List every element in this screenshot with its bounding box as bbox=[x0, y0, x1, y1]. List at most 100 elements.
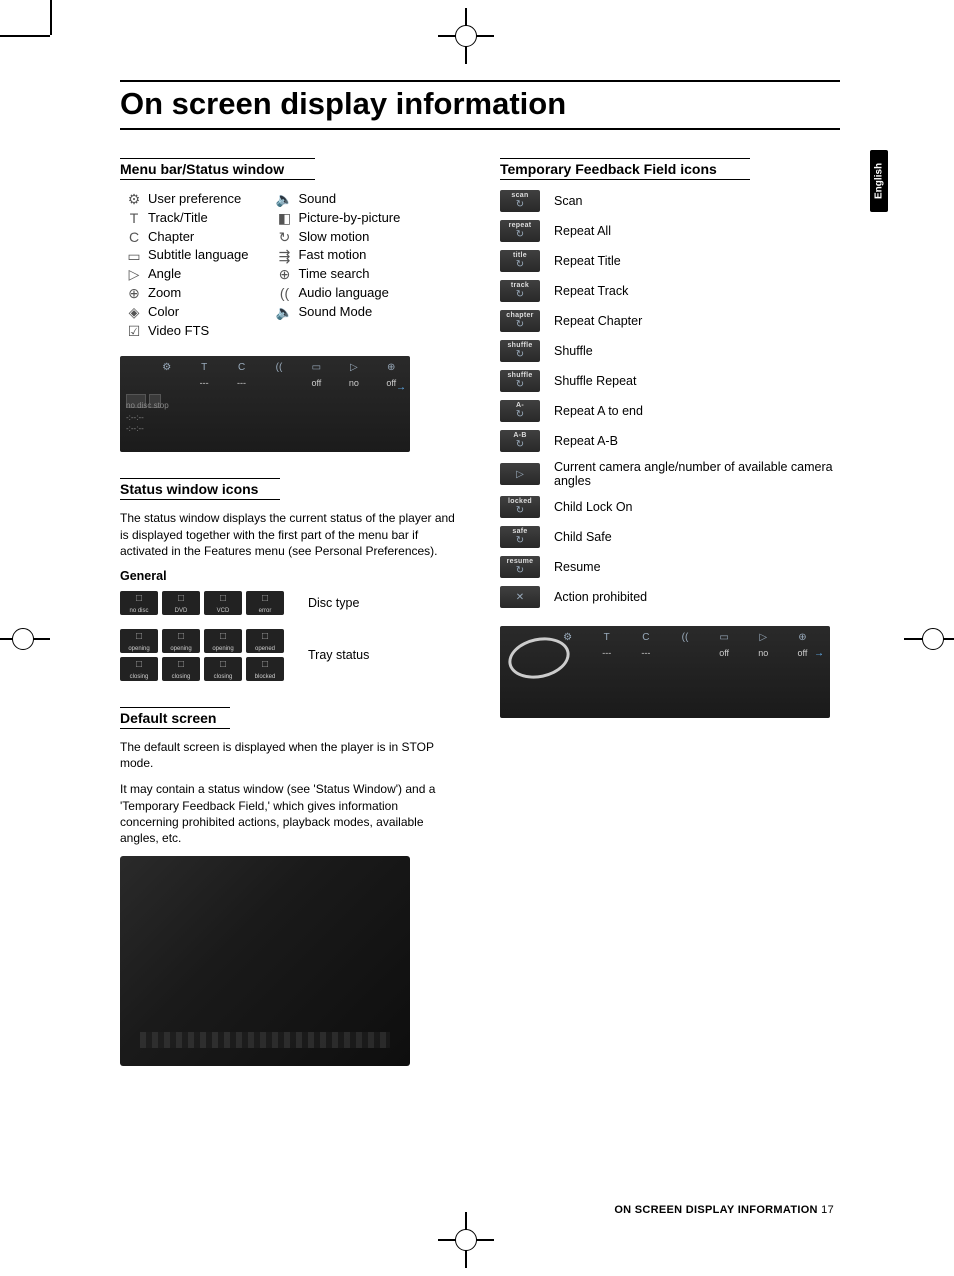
angle-icon: ▷ bbox=[129, 265, 140, 284]
feedback-label: Repeat A-B bbox=[554, 434, 840, 448]
status-paragraph: The status window displays the current s… bbox=[120, 510, 460, 559]
status-tile: closing bbox=[120, 657, 158, 681]
osd-screenshot-1: ⚙TC((▭▷⊕ ------offnooff → no disc stop -… bbox=[120, 356, 410, 452]
feedback-badge: A-↻ bbox=[500, 400, 540, 422]
status-tile: blocked bbox=[246, 657, 284, 681]
feedback-label: Repeat All bbox=[554, 224, 840, 238]
feedback-row: shuffle↻Shuffle bbox=[500, 340, 840, 362]
status-tile: closing bbox=[204, 657, 242, 681]
osd-cell: --- bbox=[185, 378, 222, 392]
feedback-badge: track↻ bbox=[500, 280, 540, 302]
default-p2: It may contain a status window (see 'Sta… bbox=[120, 781, 460, 846]
disc-type-label: Disc type bbox=[308, 596, 359, 610]
feedback-label: Repeat Title bbox=[554, 254, 840, 268]
feedback-label: Child Lock On bbox=[554, 500, 840, 514]
osd-cell bbox=[148, 378, 185, 392]
feedback-badge: ▷ bbox=[500, 463, 540, 485]
feedback-label: Resume bbox=[554, 560, 840, 574]
osd-cell: (( bbox=[260, 362, 297, 376]
page-title: On screen display information bbox=[120, 86, 840, 122]
feedback-label: Child Safe bbox=[554, 530, 840, 544]
osd-cell: ▭ bbox=[705, 632, 744, 643]
feedback-row: A-B↻Repeat A-B bbox=[500, 430, 840, 452]
osd-cell: --- bbox=[223, 378, 260, 392]
footer-label: ON SCREEN DISPLAY INFORMATION bbox=[614, 1204, 817, 1216]
osd-cell bbox=[260, 378, 297, 392]
osd-cell: no bbox=[744, 648, 783, 658]
feedback-badge: title↻ bbox=[500, 250, 540, 272]
feedback-row: scan↻ Scan bbox=[500, 190, 840, 212]
menu-left-label: Chapter bbox=[148, 228, 270, 247]
page-content: On screen display information Menu bar/S… bbox=[120, 80, 840, 1066]
osd-cell: off bbox=[298, 378, 335, 392]
feedback-label: Scan bbox=[554, 194, 840, 208]
osd-cell: ⚙ bbox=[148, 362, 185, 376]
menu-right-icons: 🔈 ◧ ↻ ⇶ ⊕ (( 🔈 bbox=[270, 190, 298, 340]
menu-right-label: Time search bbox=[298, 265, 422, 284]
osd-cell: --- bbox=[626, 648, 665, 658]
feedback-badge: ✕ bbox=[500, 586, 540, 608]
osd-cell: (( bbox=[665, 632, 704, 643]
tray-status-label: Tray status bbox=[308, 648, 369, 662]
menu-left-label: Subtitle language bbox=[148, 246, 270, 265]
osd-side-0: no disc stop bbox=[126, 400, 169, 411]
sound-icon: 🔈 bbox=[276, 190, 293, 209]
status-tile: VCD bbox=[204, 591, 242, 615]
feedback-row: safe↻Child Safe bbox=[500, 526, 840, 548]
feedback-row: chapter↻ Repeat Chapter bbox=[500, 310, 840, 332]
menu-left-label: Track/Title bbox=[148, 209, 270, 228]
menu-right-label: Fast motion bbox=[298, 246, 422, 265]
feedback-row: locked↻ Child Lock On bbox=[500, 496, 840, 518]
osd-cell: ⚙ bbox=[548, 632, 587, 643]
osd-screenshot-2: ⚙TC((▭▷⊕ ------offnooff → bbox=[500, 626, 830, 718]
osd-cell bbox=[548, 648, 587, 658]
osd-cell: ▷ bbox=[744, 632, 783, 643]
feedback-label: Shuffle Repeat bbox=[554, 374, 840, 388]
status-tile: opened bbox=[246, 629, 284, 653]
osd-cell: ▭ bbox=[298, 362, 335, 376]
status-tile: error bbox=[246, 591, 284, 615]
feedback-list: scan↻Scanrepeat↻Repeat Alltitle↻Repeat T… bbox=[500, 190, 840, 608]
osd-cell: no bbox=[335, 378, 372, 392]
feedback-badge: scan↻ bbox=[500, 190, 540, 212]
tv-photo bbox=[120, 856, 410, 1066]
feedback-label: Repeat Track bbox=[554, 284, 840, 298]
feedback-label: Repeat Chapter bbox=[554, 314, 840, 328]
osd-cell: T bbox=[587, 632, 626, 643]
feedback-label: Current camera angle/number of available… bbox=[554, 460, 840, 488]
title-bar: On screen display information bbox=[120, 80, 840, 130]
c-icon: C bbox=[129, 228, 139, 247]
heading-feedback: Temporary Feedback Field icons bbox=[500, 158, 750, 180]
disc-type-row: no discDVDVCDerror Disc type bbox=[120, 591, 460, 615]
status-tile: opening bbox=[204, 629, 242, 653]
status-tile: DVD bbox=[162, 591, 200, 615]
osd-cell: ⊕ bbox=[373, 362, 410, 376]
feedback-badge: shuffle↻ bbox=[500, 340, 540, 362]
tray-status-row: openingopeningopeningopenedclosingclosin… bbox=[120, 629, 460, 681]
menu-right-label: Slow motion bbox=[298, 228, 422, 247]
check-icon: ☑ bbox=[128, 322, 141, 341]
gear-icon: ⚙ bbox=[128, 190, 141, 209]
osd-cell bbox=[665, 648, 704, 658]
osd-cell: T bbox=[185, 362, 222, 376]
status-tile: closing bbox=[162, 657, 200, 681]
feedback-badge: resume↻ bbox=[500, 556, 540, 578]
subtitle-icon: ▭ bbox=[127, 246, 140, 265]
menu-left-label: Angle bbox=[148, 265, 270, 284]
osd-cell: C bbox=[626, 632, 665, 643]
audiolang-icon: (( bbox=[280, 284, 289, 303]
right-column: Temporary Feedback Field icons scan↻ Scan… bbox=[500, 158, 840, 1066]
page-footer: ON SCREEN DISPLAY INFORMATION 17 bbox=[614, 1204, 834, 1216]
osd-cell: ▷ bbox=[335, 362, 372, 376]
arrow-icon: → bbox=[814, 648, 824, 659]
general-heading: General bbox=[120, 569, 460, 583]
heading-status: Status window icons bbox=[120, 478, 280, 500]
language-tab: English bbox=[870, 150, 888, 212]
feedback-label: Action prohibited bbox=[554, 590, 840, 604]
feedback-row: ▷ Current camera angle/number of availabl… bbox=[500, 460, 840, 488]
feedback-badge: chapter↻ bbox=[500, 310, 540, 332]
soundmode-icon: 🔈 bbox=[276, 303, 293, 322]
feedback-badge: locked↻ bbox=[500, 496, 540, 518]
osd-cell: --- bbox=[587, 648, 626, 658]
default-p1: The default screen is displayed when the… bbox=[120, 739, 460, 771]
